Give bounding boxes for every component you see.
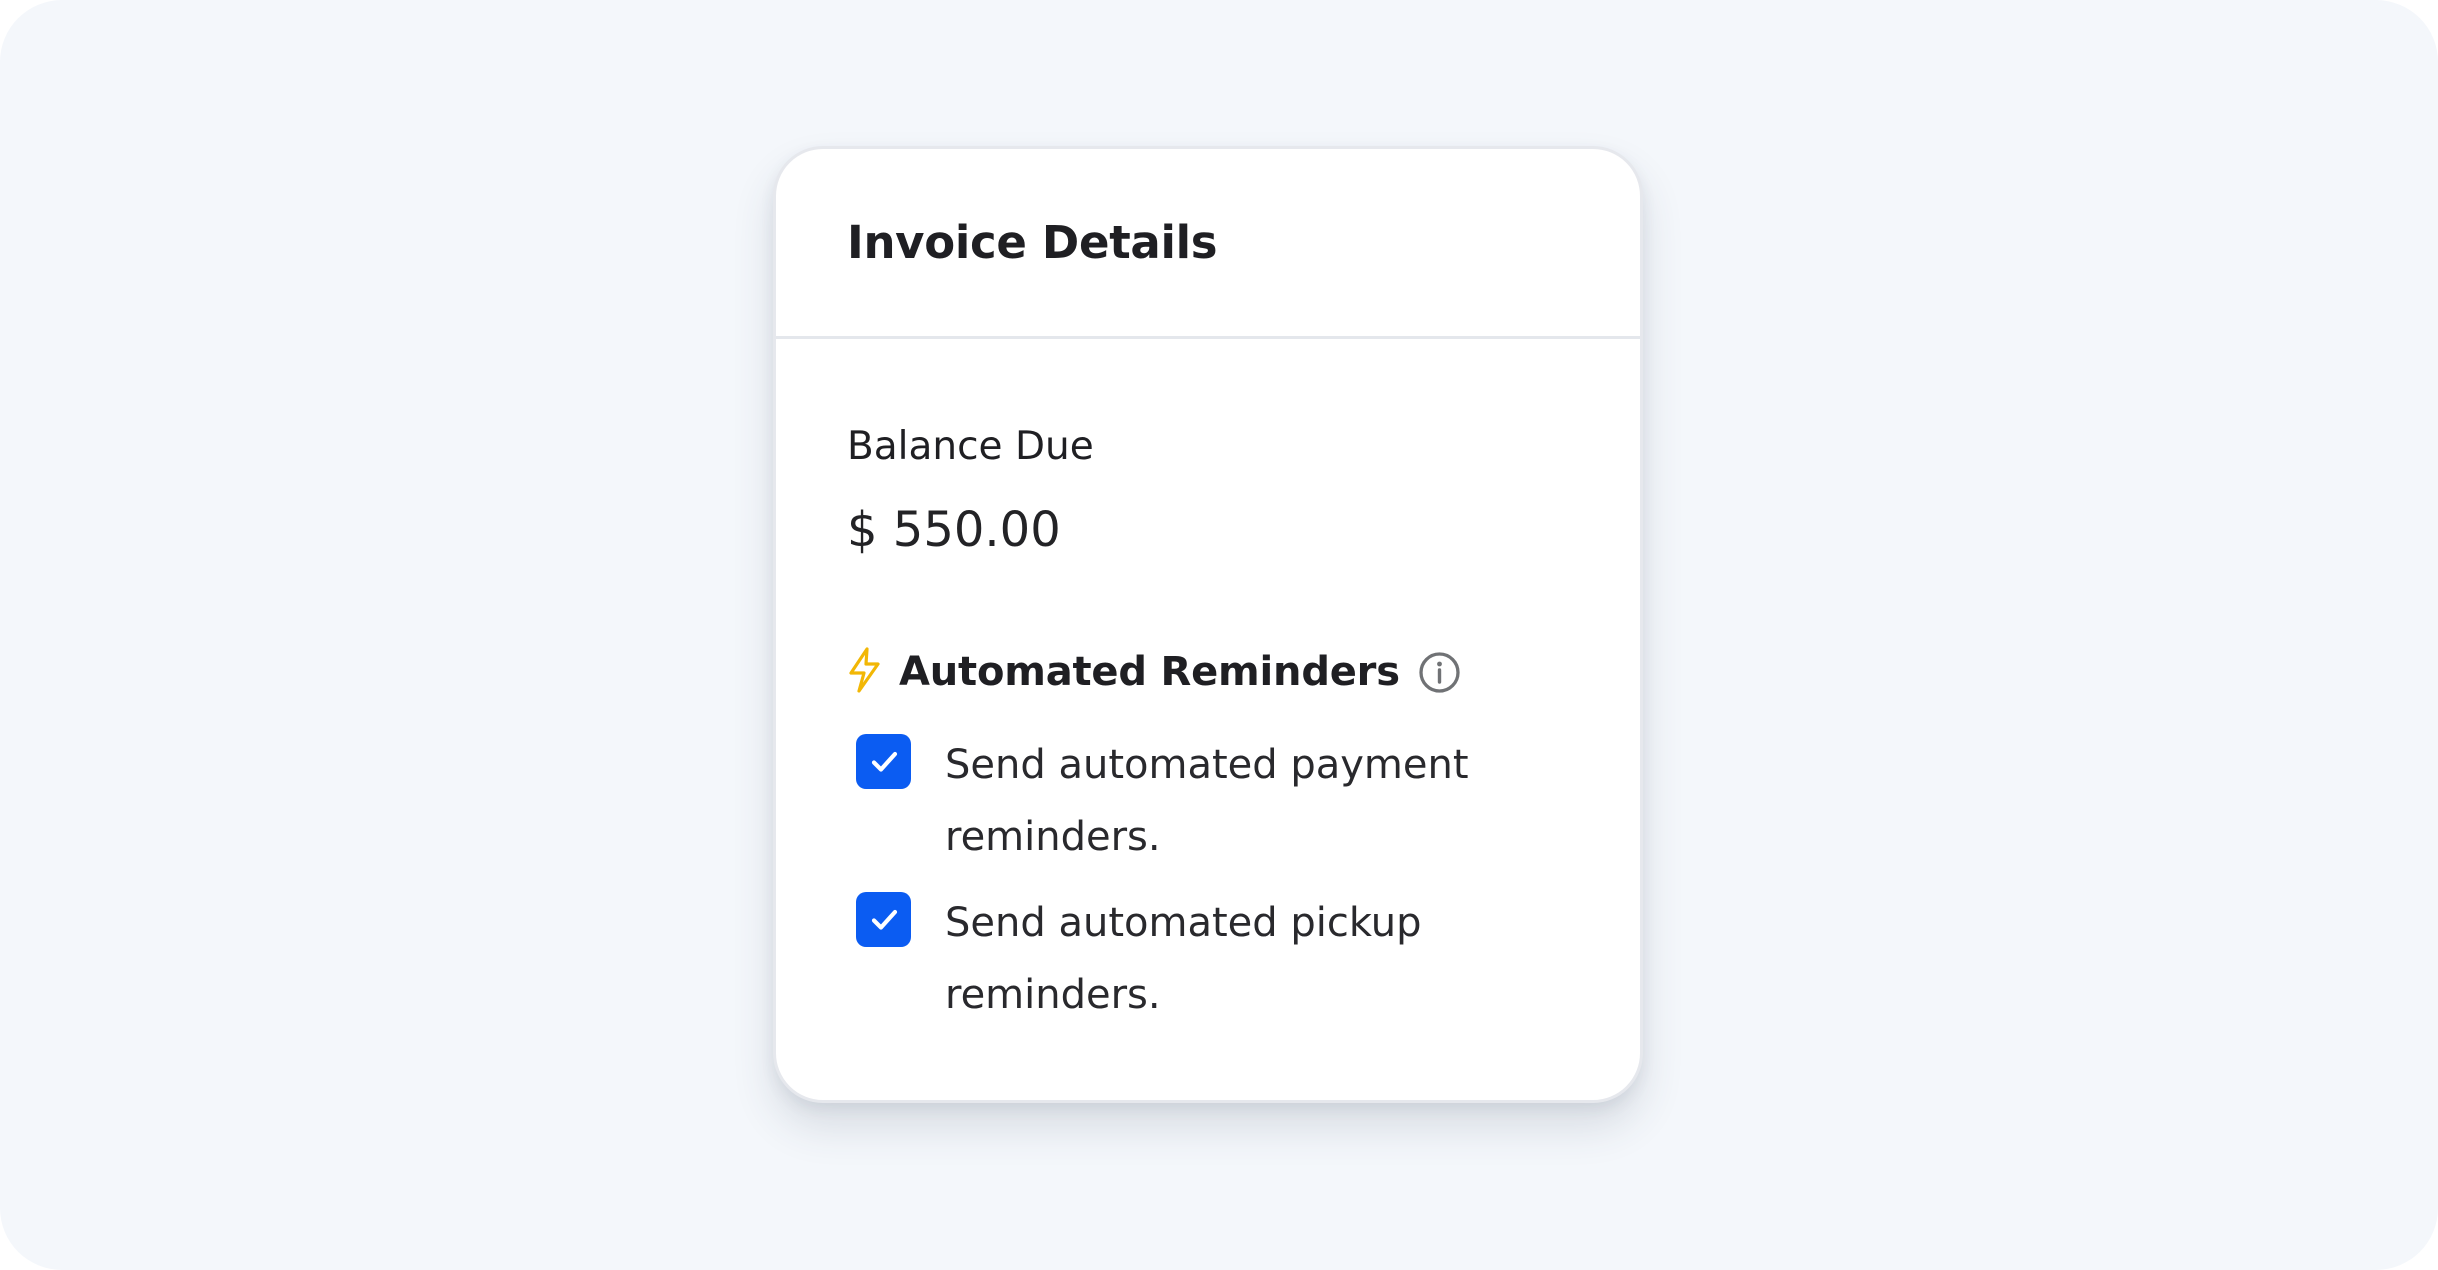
balance-due-label: Balance Due [847,424,1094,469]
payment-reminders-checkbox[interactable] [856,734,911,789]
automated-reminders-title: Automated Reminders [899,649,1400,695]
automated-reminders-heading: Automated Reminders [847,645,1461,699]
invoice-details-card: Invoice Details Balance Due $ 550.00 Aut… [773,146,1643,1103]
balance-due-value: $ 550.00 [847,502,1061,558]
pickup-reminders-checkbox[interactable] [856,892,911,947]
pickup-reminders-option[interactable]: Send automated pickup reminders. [856,887,1495,1031]
check-icon [871,909,897,930]
card-title: Invoice Details [847,216,1218,269]
page-background: Invoice Details Balance Due $ 550.00 Aut… [0,0,2438,1270]
lightning-bolt-icon [849,647,880,693]
card-body: Balance Due $ 550.00 Automated Reminders [776,339,1640,1100]
payment-reminders-label: Send automated payment reminders. [945,742,1469,860]
info-icon[interactable] [1418,651,1461,694]
pickup-reminders-label: Send automated pickup reminders. [945,900,1422,1018]
payment-reminders-option[interactable]: Send automated payment reminders. [856,729,1495,873]
card-header: Invoice Details [776,149,1640,339]
check-icon [871,751,897,772]
